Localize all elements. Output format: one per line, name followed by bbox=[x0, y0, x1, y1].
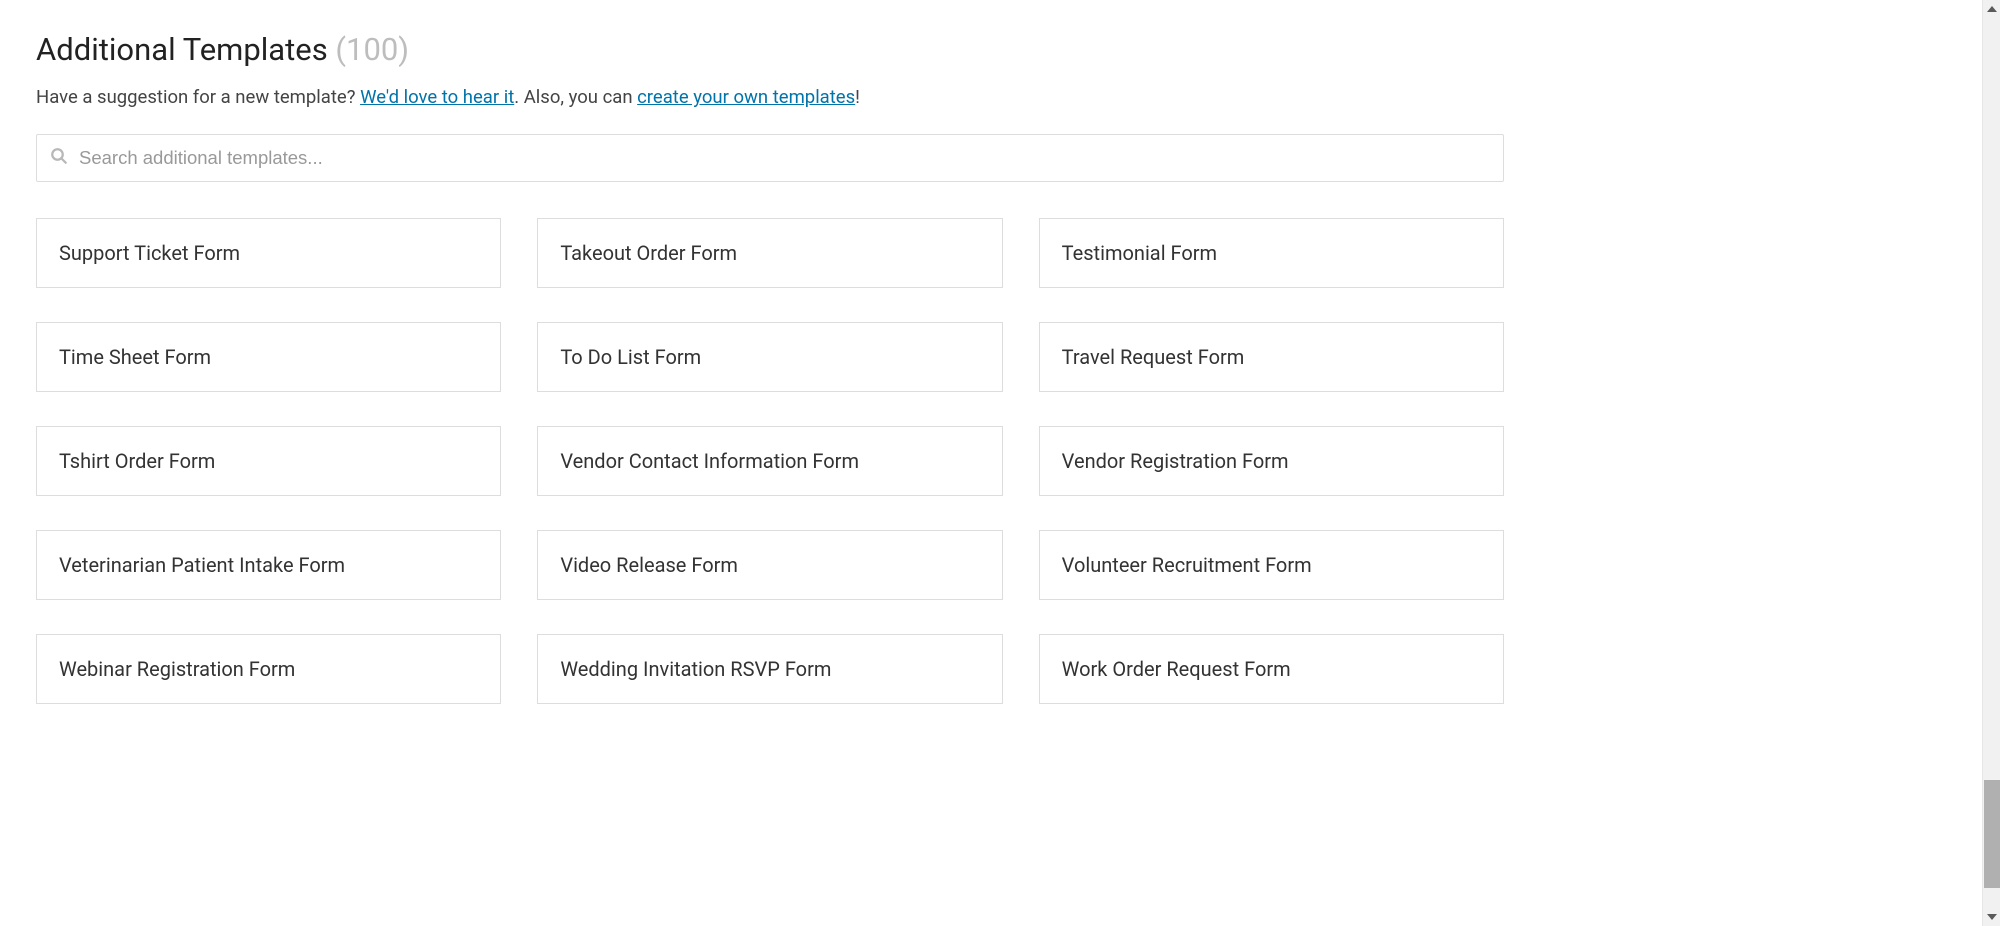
template-card-label: Wedding Invitation RSVP Form bbox=[560, 657, 831, 681]
template-card-label: Takeout Order Form bbox=[560, 241, 737, 265]
template-card-label: Vendor Contact Information Form bbox=[560, 449, 859, 473]
template-card[interactable]: To Do List Form bbox=[537, 322, 1002, 392]
template-card[interactable]: Work Order Request Form bbox=[1039, 634, 1504, 704]
template-card-label: Volunteer Recruitment Form bbox=[1062, 553, 1312, 577]
template-card-label: Vendor Registration Form bbox=[1062, 449, 1289, 473]
subtitle-prefix: Have a suggestion for a new template? bbox=[36, 86, 360, 108]
scroll-up-button[interactable] bbox=[1983, 0, 2000, 18]
template-card[interactable]: Webinar Registration Form bbox=[36, 634, 501, 704]
template-card-label: Testimonial Form bbox=[1062, 241, 1217, 265]
template-card-label: Tshirt Order Form bbox=[59, 449, 215, 473]
template-card[interactable]: Wedding Invitation RSVP Form bbox=[537, 634, 1002, 704]
template-card-label: Webinar Registration Form bbox=[59, 657, 295, 681]
template-card[interactable]: Time Sheet Form bbox=[36, 322, 501, 392]
template-card[interactable]: Takeout Order Form bbox=[537, 218, 1002, 288]
template-card-label: Veterinarian Patient Intake Form bbox=[59, 553, 345, 577]
template-card[interactable]: Testimonial Form bbox=[1039, 218, 1504, 288]
template-card[interactable]: Support Ticket Form bbox=[36, 218, 501, 288]
subtitle-suffix: ! bbox=[855, 86, 860, 108]
scroll-down-button[interactable] bbox=[1983, 908, 2000, 926]
main-content: Additional Templates (100) Have a sugges… bbox=[0, 0, 1540, 704]
scroll-thumb[interactable] bbox=[1984, 780, 2000, 888]
page-title: Additional Templates (100) bbox=[36, 30, 1504, 70]
template-card[interactable]: Veterinarian Patient Intake Form bbox=[36, 530, 501, 600]
scrollbar[interactable] bbox=[1982, 0, 2000, 926]
template-card[interactable]: Tshirt Order Form bbox=[36, 426, 501, 496]
template-card[interactable]: Volunteer Recruitment Form bbox=[1039, 530, 1504, 600]
template-grid: Support Ticket Form Takeout Order Form Tes… bbox=[36, 218, 1504, 704]
search-input[interactable] bbox=[36, 134, 1504, 182]
template-card-label: Time Sheet Form bbox=[59, 345, 211, 369]
title-text: Additional Templates bbox=[36, 31, 328, 68]
subtitle: Have a suggestion for a new template? We… bbox=[36, 84, 1504, 112]
template-card-label: To Do List Form bbox=[560, 345, 701, 369]
create-template-link[interactable]: create your own templates bbox=[637, 86, 855, 108]
title-count: (100) bbox=[335, 31, 409, 68]
template-card-label: Video Release Form bbox=[560, 553, 738, 577]
template-card[interactable]: Travel Request Form bbox=[1039, 322, 1504, 392]
template-card-label: Travel Request Form bbox=[1062, 345, 1245, 369]
template-card[interactable]: Vendor Registration Form bbox=[1039, 426, 1504, 496]
search-container bbox=[36, 134, 1504, 182]
template-card[interactable]: Video Release Form bbox=[537, 530, 1002, 600]
template-card-label: Work Order Request Form bbox=[1062, 657, 1291, 681]
template-card[interactable]: Vendor Contact Information Form bbox=[537, 426, 1002, 496]
suggest-template-link[interactable]: We'd love to hear it bbox=[360, 86, 514, 108]
subtitle-mid: . Also, you can bbox=[514, 86, 637, 108]
template-card-label: Support Ticket Form bbox=[59, 241, 240, 265]
